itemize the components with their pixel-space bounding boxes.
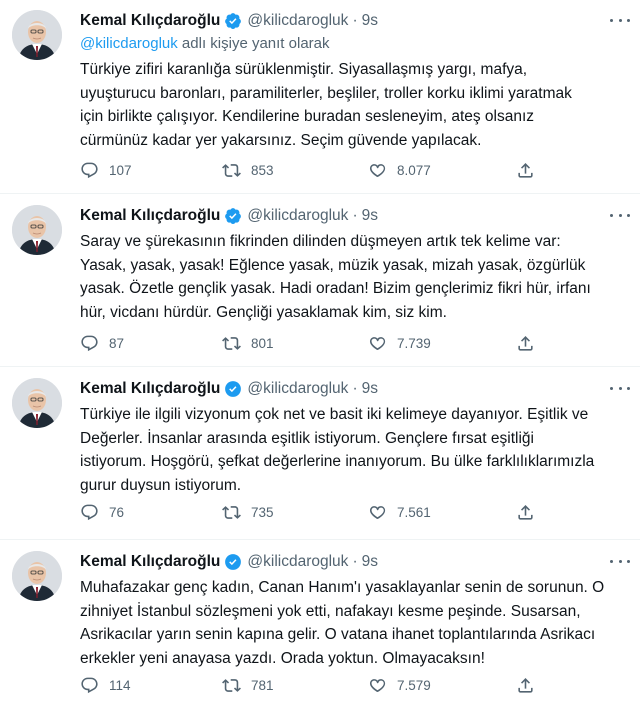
retweet-icon <box>222 678 241 692</box>
share-icon <box>518 504 533 520</box>
retweet-count: 781 <box>251 677 274 693</box>
author-handle[interactable]: @kilicdarogluk <box>247 380 348 398</box>
like-count: 8.077 <box>397 162 431 178</box>
tweet-time[interactable]: 9s <box>362 12 378 30</box>
heart-icon <box>369 678 386 692</box>
author-name[interactable]: Kemal Kılıçdaroğlu <box>80 207 220 225</box>
separator-dot: · <box>352 553 358 570</box>
like-button[interactable]: 7.579 <box>368 673 431 697</box>
tweet-time[interactable]: 9s <box>362 380 378 398</box>
heart-icon <box>369 163 386 177</box>
tweet-text: Saray ve şürekasının fikrinden dilinden … <box>80 233 591 321</box>
tweet[interactable]: Kemal Kılıçdaroğlu @kilicdarogluk · 9s @… <box>0 0 640 194</box>
retweet-icon <box>222 505 241 519</box>
tweet-time[interactable]: 9s <box>362 207 378 225</box>
tweet-actions: 114 781 7.579 <box>80 673 550 697</box>
verified-badge-icon <box>224 380 242 398</box>
share-button[interactable] <box>516 673 545 697</box>
retweet-button[interactable]: 735 <box>222 500 274 524</box>
avatar[interactable] <box>12 10 62 60</box>
tweet-actions: 76 735 7.561 <box>80 500 550 524</box>
retweet-button[interactable]: 801 <box>222 331 274 355</box>
tweet-text: Muhafazakar genç kadın, Canan Hanım'ı ya… <box>80 579 605 667</box>
author-handle[interactable]: @kilicdarogluk <box>247 553 348 571</box>
like-count: 7.739 <box>397 335 431 351</box>
verified-badge-icon <box>224 12 242 30</box>
tweet-text: Türkiye ile ilgili vizyonum çok net ve b… <box>80 406 595 494</box>
share-button[interactable] <box>516 158 545 182</box>
heart-icon <box>369 336 386 350</box>
tweet[interactable]: Kemal Kılıçdaroğlu @kilicdarogluk · 9s T… <box>0 368 640 540</box>
tweet-feed: Kemal Kılıçdaroğlu @kilicdarogluk · 9s @… <box>0 0 640 704</box>
share-button[interactable] <box>516 331 545 355</box>
author-name[interactable]: Kemal Kılıçdaroğlu <box>80 12 220 30</box>
tweet-actions: 107 853 8.077 <box>80 158 550 182</box>
reply-context: @kilicdarogluk adlı kişiye yanıt olarak <box>80 35 330 52</box>
reply-icon <box>81 335 98 351</box>
tweet-time[interactable]: 9s <box>362 553 378 571</box>
avatar[interactable] <box>12 378 62 428</box>
like-count: 7.561 <box>397 504 431 520</box>
reply-button[interactable]: 107 <box>80 158 132 182</box>
reply-mention-link[interactable]: @kilicdarogluk <box>80 35 178 52</box>
verified-badge-icon <box>224 207 242 225</box>
share-icon <box>518 335 533 351</box>
separator-dot: · <box>352 207 358 224</box>
heart-icon <box>369 505 386 519</box>
more-icon[interactable] <box>610 207 630 223</box>
author-name[interactable]: Kemal Kılıçdaroğlu <box>80 380 220 398</box>
more-icon[interactable] <box>610 12 630 28</box>
tweet[interactable]: Kemal Kılıçdaroğlu @kilicdarogluk · 9s M… <box>0 541 640 704</box>
reply-count: 107 <box>109 162 132 178</box>
reply-count: 87 <box>109 335 125 351</box>
tweet-header: Kemal Kılıçdaroğlu @kilicdarogluk · 9s <box>80 205 378 227</box>
share-button[interactable] <box>516 500 545 524</box>
tweet-text: Türkiye zifiri karanlığa sürüklenmiştir.… <box>80 61 572 149</box>
reply-icon <box>81 162 98 178</box>
tweet-actions: 87 801 7.739 <box>80 331 550 355</box>
share-icon <box>518 162 533 178</box>
author-name[interactable]: Kemal Kılıçdaroğlu <box>80 553 220 571</box>
reply-icon <box>81 677 98 693</box>
like-count: 7.579 <box>397 677 431 693</box>
like-button[interactable]: 7.739 <box>368 331 431 355</box>
like-button[interactable]: 7.561 <box>368 500 431 524</box>
retweet-button[interactable]: 781 <box>222 673 274 697</box>
author-handle[interactable]: @kilicdarogluk <box>247 12 348 30</box>
share-icon <box>518 677 533 693</box>
separator-dot: · <box>352 12 358 29</box>
tweet[interactable]: Kemal Kılıçdaroğlu @kilicdarogluk · 9s S… <box>0 195 640 367</box>
reply-button[interactable]: 76 <box>80 500 124 524</box>
more-icon[interactable] <box>610 553 630 569</box>
reply-count: 76 <box>109 504 125 520</box>
tweet-header: Kemal Kılıçdaroğlu @kilicdarogluk · 9s <box>80 10 378 32</box>
retweet-count: 853 <box>251 162 274 178</box>
like-button[interactable]: 8.077 <box>368 158 431 182</box>
author-handle[interactable]: @kilicdarogluk <box>247 207 348 225</box>
reply-button[interactable]: 87 <box>80 331 124 355</box>
tweet-header: Kemal Kılıçdaroğlu @kilicdarogluk · 9s <box>80 551 378 573</box>
tweet-header: Kemal Kılıçdaroğlu @kilicdarogluk · 9s <box>80 378 378 400</box>
separator-dot: · <box>352 380 358 397</box>
retweet-icon <box>222 336 241 350</box>
retweet-count: 735 <box>251 504 274 520</box>
retweet-button[interactable]: 853 <box>222 158 274 182</box>
reply-context-label: adlı kişiye yanıt olarak <box>177 35 330 52</box>
avatar[interactable] <box>12 551 62 601</box>
avatar[interactable] <box>12 205 62 255</box>
retweet-icon <box>222 163 241 177</box>
more-icon[interactable] <box>610 380 630 396</box>
verified-badge-icon <box>224 553 242 571</box>
reply-count: 114 <box>109 677 131 693</box>
reply-icon <box>81 504 98 520</box>
retweet-count: 801 <box>251 335 274 351</box>
reply-button[interactable]: 114 <box>80 673 131 697</box>
